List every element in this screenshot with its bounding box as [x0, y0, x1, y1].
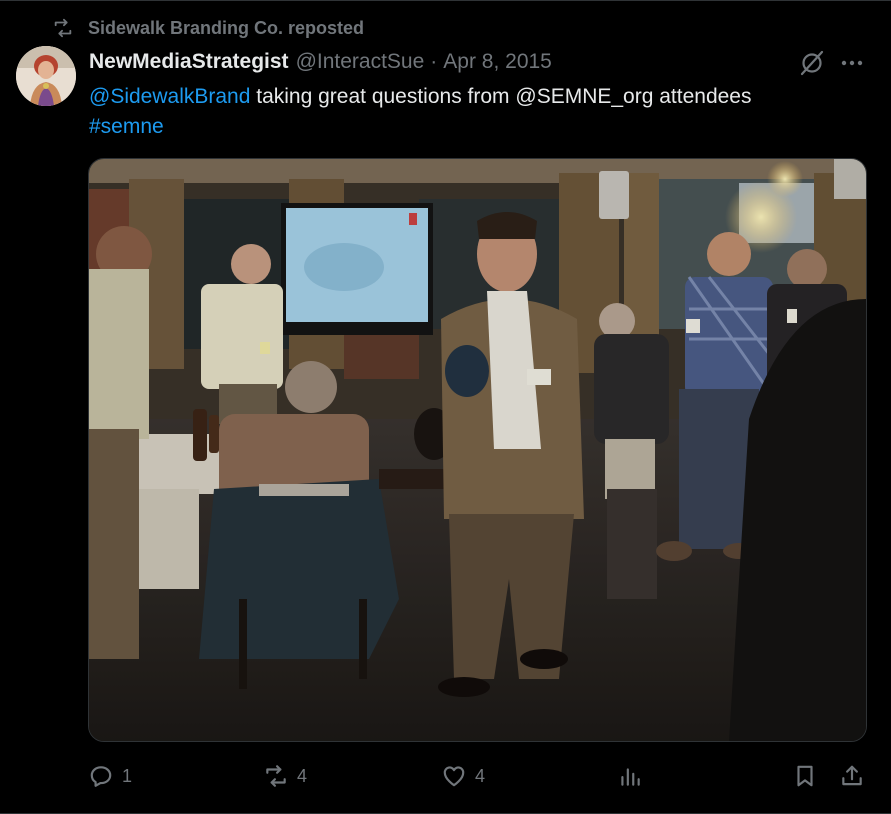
repost-button[interactable]: 4: [263, 758, 307, 794]
bookmark-button[interactable]: [792, 758, 818, 794]
like-count: 4: [475, 765, 486, 786]
views-button[interactable]: [617, 758, 643, 794]
tweet-date[interactable]: Apr 8, 2015: [443, 50, 552, 74]
reply-button[interactable]: 1: [88, 758, 132, 794]
bookmark-icon: [797, 765, 813, 787]
repost-label: Sidewalk Branding Co. reposted: [88, 17, 365, 38]
share-button[interactable]: [839, 758, 865, 794]
grok-icon[interactable]: [798, 49, 826, 77]
mention-link[interactable]: @SidewalkBrand: [89, 85, 250, 108]
avatar[interactable]: [16, 46, 76, 106]
tweet-text: @SidewalkBrand taking great questions fr…: [89, 82, 869, 142]
action-bar: 1 4 4: [0, 758, 891, 794]
share-icon: [842, 765, 862, 786]
more-icon[interactable]: [838, 49, 866, 77]
hashtag-link[interactable]: #semne: [89, 115, 164, 138]
views-icon: [621, 768, 640, 786]
tweet-photo[interactable]: [88, 158, 867, 742]
repost-count: 4: [297, 765, 308, 786]
repost-icon: [266, 765, 286, 787]
repost-context[interactable]: Sidewalk Branding Co. reposted: [52, 16, 364, 40]
repost-icon: [54, 18, 72, 38]
reply-icon: [90, 766, 112, 787]
like-button[interactable]: 4: [441, 758, 485, 794]
reply-count: 1: [122, 765, 133, 786]
display-name[interactable]: NewMediaStrategist: [89, 50, 289, 74]
tweet-body: taking great questions from @SEMNE_org a…: [250, 85, 752, 108]
top-divider: [0, 0, 891, 1]
user-handle[interactable]: @InteractSue: [296, 50, 425, 74]
separator-dot: ·: [430, 50, 438, 73]
heart-icon: [443, 766, 465, 787]
tweet-header: NewMediaStrategist @InteractSue · Apr 8,…: [89, 48, 552, 76]
